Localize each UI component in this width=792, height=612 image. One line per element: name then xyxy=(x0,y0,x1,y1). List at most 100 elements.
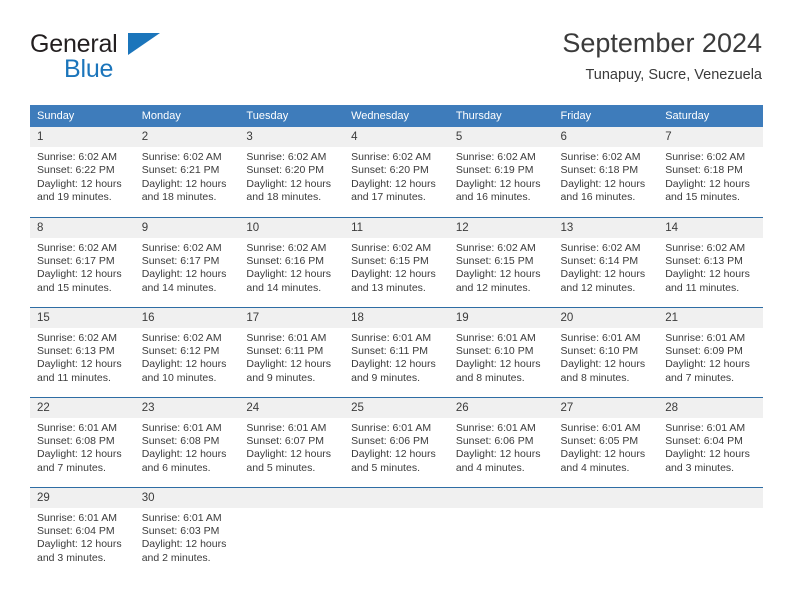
calendar-day-cell[interactable]: 27 Sunrise: 6:01 AM Sunset: 6:05 PM Dayli… xyxy=(553,396,659,487)
day-number: 23 xyxy=(134,397,240,418)
day-events: Sunrise: 6:01 AM Sunset: 6:04 PM Dayligh… xyxy=(30,508,135,566)
page-header: General Blue September 2024 Tunapuy, Suc… xyxy=(30,26,762,98)
calendar-day-cell[interactable]: 19 Sunrise: 6:01 AM Sunset: 6:10 PM Dayli… xyxy=(448,306,554,397)
day-number: 15 xyxy=(30,307,135,328)
day-events: Sunrise: 6:02 AM Sunset: 6:19 PM Dayligh… xyxy=(449,147,554,205)
sun-times-text: Sunrise: 6:01 AM Sunset: 6:11 PM Dayligh… xyxy=(351,331,436,384)
sun-times-text: Sunrise: 6:02 AM Sunset: 6:17 PM Dayligh… xyxy=(141,241,227,294)
calendar-day-cell[interactable]: 23 Sunrise: 6:01 AM Sunset: 6:08 PM Dayli… xyxy=(134,396,240,487)
blue-triangle-icon xyxy=(128,33,160,55)
day-events: Sunrise: 6:02 AM Sunset: 6:16 PM Dayligh… xyxy=(239,238,344,296)
day-number: 19 xyxy=(448,307,554,328)
weekday-header-friday: Friday xyxy=(553,105,659,127)
calendar-week-row: 8 Sunrise: 6:02 AM Sunset: 6:17 PM Daylig… xyxy=(30,216,763,307)
day-events: Sunrise: 6:01 AM Sunset: 6:11 PM Dayligh… xyxy=(239,328,344,386)
calendar-day-cell[interactable]: 6 Sunrise: 6:02 AM Sunset: 6:18 PM Daylig… xyxy=(553,127,659,217)
calendar-day-cell[interactable]: 9 Sunrise: 6:02 AM Sunset: 6:17 PM Daylig… xyxy=(134,216,240,307)
calendar-day-cell[interactable]: 11 Sunrise: 6:02 AM Sunset: 6:15 PM Dayli… xyxy=(344,216,449,307)
day-number: 8 xyxy=(30,217,135,238)
day-number: 7 xyxy=(658,127,763,147)
day-number: 10 xyxy=(239,217,345,238)
calendar-day-cell[interactable]: 2 Sunrise: 6:02 AM Sunset: 6:21 PM Daylig… xyxy=(134,127,240,217)
sun-times-text: Sunrise: 6:01 AM Sunset: 6:10 PM Dayligh… xyxy=(560,331,646,384)
day-number: 4 xyxy=(344,127,449,147)
day-events xyxy=(449,508,554,512)
calendar-week-row: 29 Sunrise: 6:01 AM Sunset: 6:04 PM Dayli… xyxy=(30,486,763,577)
sun-times-text: Sunrise: 6:02 AM Sunset: 6:21 PM Dayligh… xyxy=(141,151,227,204)
calendar-day-cell[interactable]: 12 Sunrise: 6:02 AM Sunset: 6:15 PM Dayli… xyxy=(448,216,554,307)
day-number: 13 xyxy=(553,217,659,238)
sun-times-text: Sunrise: 6:01 AM Sunset: 6:04 PM Dayligh… xyxy=(37,511,122,564)
calendar-day-cell[interactable]: 30 Sunrise: 6:01 AM Sunset: 6:03 PM Dayli… xyxy=(134,486,240,577)
sun-times-text: Sunrise: 6:02 AM Sunset: 6:20 PM Dayligh… xyxy=(351,151,436,204)
day-events: Sunrise: 6:01 AM Sunset: 6:10 PM Dayligh… xyxy=(449,328,554,386)
day-number: 24 xyxy=(239,397,345,418)
sun-times-text: Sunrise: 6:01 AM Sunset: 6:06 PM Dayligh… xyxy=(455,421,541,474)
calendar-day-cell[interactable]: 16 Sunrise: 6:02 AM Sunset: 6:12 PM Dayli… xyxy=(134,306,240,397)
day-events: Sunrise: 6:02 AM Sunset: 6:15 PM Dayligh… xyxy=(344,238,449,296)
sun-times-text: Sunrise: 6:02 AM Sunset: 6:18 PM Dayligh… xyxy=(665,151,750,204)
day-events: Sunrise: 6:02 AM Sunset: 6:13 PM Dayligh… xyxy=(658,238,763,296)
calendar-day-cell[interactable]: 8 Sunrise: 6:02 AM Sunset: 6:17 PM Daylig… xyxy=(30,216,135,307)
day-events xyxy=(344,508,449,512)
day-number: 17 xyxy=(239,307,345,328)
day-number: 11 xyxy=(344,217,449,238)
weekday-header-sunday: Sunday xyxy=(30,105,135,127)
weekday-header-thursday: Thursday xyxy=(448,105,554,127)
calendar-day-cell[interactable]: 14 Sunrise: 6:02 AM Sunset: 6:13 PM Dayli… xyxy=(658,216,763,307)
day-events: Sunrise: 6:02 AM Sunset: 6:20 PM Dayligh… xyxy=(344,147,449,205)
calendar-day-cell[interactable]: 24 Sunrise: 6:01 AM Sunset: 6:07 PM Dayli… xyxy=(239,396,345,487)
calendar-week-row: 22 Sunrise: 6:01 AM Sunset: 6:08 PM Dayli… xyxy=(30,396,763,487)
calendar-day-cell[interactable]: 7 Sunrise: 6:02 AM Sunset: 6:18 PM Daylig… xyxy=(658,127,763,217)
calendar-day-cell[interactable]: 25 Sunrise: 6:01 AM Sunset: 6:06 PM Dayli… xyxy=(344,396,449,487)
day-number: 12 xyxy=(448,217,554,238)
calendar-day-cell[interactable]: 17 Sunrise: 6:01 AM Sunset: 6:11 PM Dayli… xyxy=(239,306,345,397)
calendar-body: 1 Sunrise: 6:02 AM Sunset: 6:22 PM Daylig… xyxy=(30,127,763,577)
day-number: 9 xyxy=(134,217,240,238)
calendar-day-cell[interactable]: 26 Sunrise: 6:01 AM Sunset: 6:06 PM Dayli… xyxy=(448,396,554,487)
calendar-day-cell[interactable]: 3 Sunrise: 6:02 AM Sunset: 6:20 PM Daylig… xyxy=(239,127,345,217)
day-events xyxy=(239,508,344,512)
calendar-day-cell[interactable]: 21 Sunrise: 6:01 AM Sunset: 6:09 PM Dayli… xyxy=(658,306,763,397)
calendar-day-cell[interactable]: 15 Sunrise: 6:02 AM Sunset: 6:13 PM Dayli… xyxy=(30,306,135,397)
day-number: 29 xyxy=(30,487,135,508)
calendar-day-cell[interactable]: 20 Sunrise: 6:01 AM Sunset: 6:10 PM Dayli… xyxy=(553,306,659,397)
calendar-day-cell[interactable]: 10 Sunrise: 6:02 AM Sunset: 6:16 PM Dayli… xyxy=(239,216,345,307)
sun-times-text: Sunrise: 6:02 AM Sunset: 6:17 PM Dayligh… xyxy=(37,241,122,294)
day-events: Sunrise: 6:01 AM Sunset: 6:08 PM Dayligh… xyxy=(135,418,240,476)
calendar-week-row: 15 Sunrise: 6:02 AM Sunset: 6:13 PM Dayli… xyxy=(30,306,763,397)
calendar-day-cell[interactable]: 4 Sunrise: 6:02 AM Sunset: 6:20 PM Daylig… xyxy=(344,127,449,217)
day-events: Sunrise: 6:02 AM Sunset: 6:18 PM Dayligh… xyxy=(554,147,659,205)
sun-times-text: Sunrise: 6:01 AM Sunset: 6:08 PM Dayligh… xyxy=(141,421,227,474)
day-events: Sunrise: 6:01 AM Sunset: 6:04 PM Dayligh… xyxy=(658,418,763,476)
day-number: 16 xyxy=(134,307,240,328)
day-events: Sunrise: 6:02 AM Sunset: 6:12 PM Dayligh… xyxy=(135,328,240,386)
day-events: Sunrise: 6:01 AM Sunset: 6:06 PM Dayligh… xyxy=(344,418,449,476)
sun-times-text: Sunrise: 6:01 AM Sunset: 6:04 PM Dayligh… xyxy=(665,421,750,474)
calendar-day-cell[interactable]: 29 Sunrise: 6:01 AM Sunset: 6:04 PM Dayli… xyxy=(30,486,135,577)
calendar-day-cell[interactable]: 28 Sunrise: 6:01 AM Sunset: 6:04 PM Dayli… xyxy=(658,396,763,487)
day-number: 25 xyxy=(344,397,449,418)
calendar-day-cell[interactable]: 13 Sunrise: 6:02 AM Sunset: 6:14 PM Dayli… xyxy=(553,216,659,307)
day-number: 21 xyxy=(658,307,763,328)
day-number: 2 xyxy=(134,127,240,147)
calendar-header-row: Sunday Monday Tuesday Wednesday Thursday… xyxy=(30,105,763,127)
sun-times-text: Sunrise: 6:01 AM Sunset: 6:10 PM Dayligh… xyxy=(455,331,541,384)
calendar-day-cell[interactable]: 22 Sunrise: 6:01 AM Sunset: 6:08 PM Dayli… xyxy=(30,396,135,487)
calendar-day-cell[interactable]: 18 Sunrise: 6:01 AM Sunset: 6:11 PM Dayli… xyxy=(344,306,449,397)
sun-times-text: Sunrise: 6:02 AM Sunset: 6:15 PM Dayligh… xyxy=(455,241,541,294)
day-number: 1 xyxy=(30,127,135,147)
weekday-header-saturday: Saturday xyxy=(658,105,763,127)
weekday-header-wednesday: Wednesday xyxy=(344,105,449,127)
sun-times-text: Sunrise: 6:02 AM Sunset: 6:15 PM Dayligh… xyxy=(351,241,436,294)
general-blue-logo[interactable]: General Blue xyxy=(30,30,250,90)
calendar-day-cell[interactable]: 1 Sunrise: 6:02 AM Sunset: 6:22 PM Daylig… xyxy=(30,127,135,217)
day-number: 27 xyxy=(553,397,659,418)
day-events: Sunrise: 6:01 AM Sunset: 6:08 PM Dayligh… xyxy=(30,418,135,476)
day-number xyxy=(344,487,449,508)
sun-times-text: Sunrise: 6:01 AM Sunset: 6:06 PM Dayligh… xyxy=(351,421,436,474)
calendar-day-cell[interactable]: 5 Sunrise: 6:02 AM Sunset: 6:19 PM Daylig… xyxy=(448,127,554,217)
day-number: 22 xyxy=(30,397,135,418)
day-events: Sunrise: 6:02 AM Sunset: 6:22 PM Dayligh… xyxy=(30,147,135,205)
sun-times-text: Sunrise: 6:01 AM Sunset: 6:07 PM Dayligh… xyxy=(246,421,332,474)
